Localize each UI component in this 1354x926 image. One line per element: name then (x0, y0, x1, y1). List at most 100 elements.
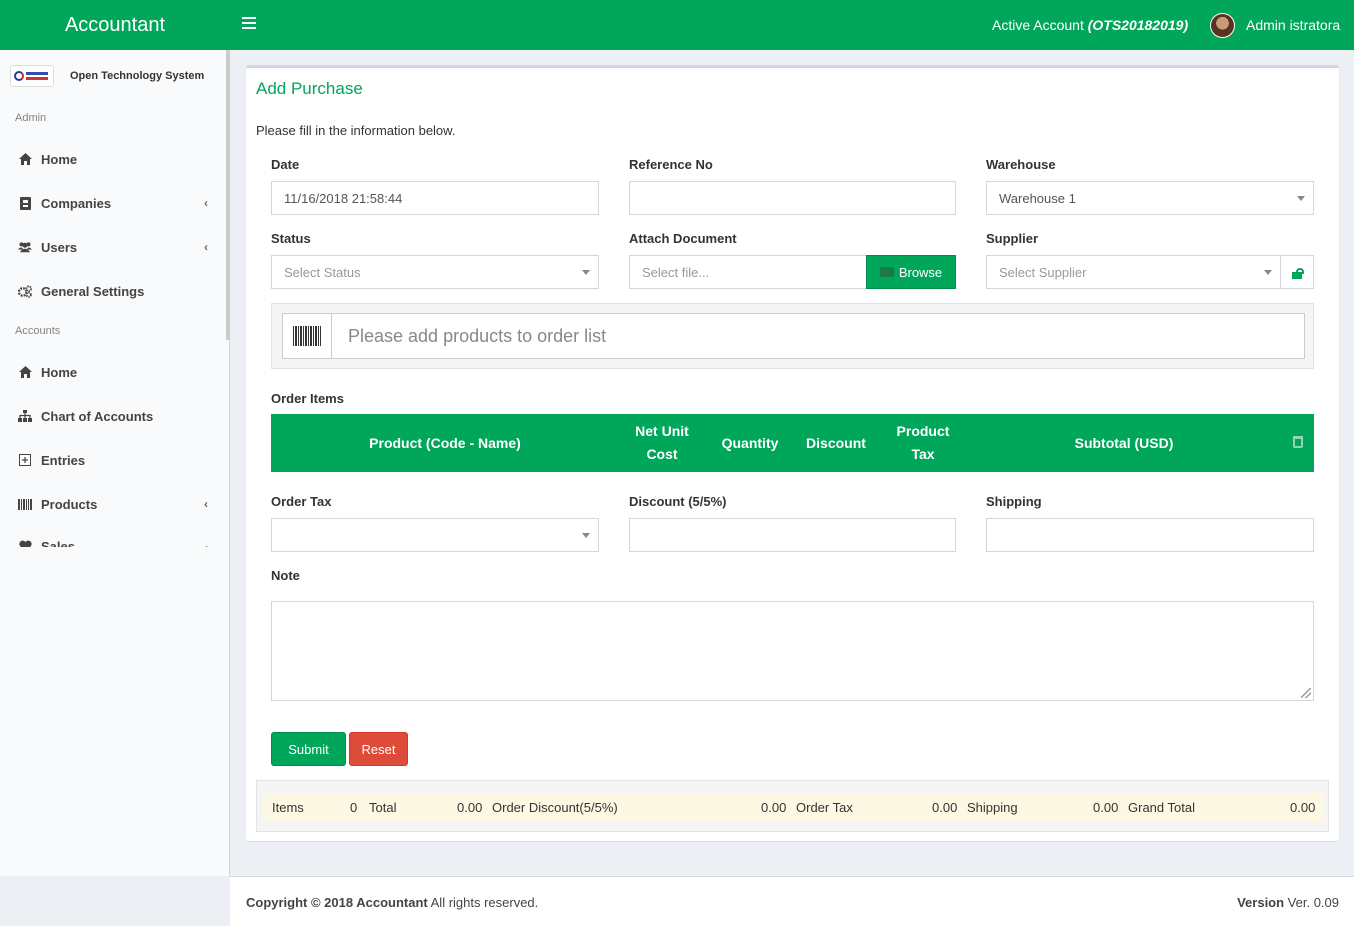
sidebar-scrollbar[interactable] (226, 50, 230, 340)
caret-down-icon (582, 270, 590, 275)
sidebar-item-products[interactable]: Products ‹ (0, 489, 226, 519)
copyright-bold: Copyright © 2018 Accountant (246, 895, 428, 910)
chevron-left-icon: ‹ (204, 196, 208, 210)
column-header-product: Product (Code - Name) (369, 434, 521, 451)
warehouse-value: Warehouse 1 (999, 190, 1076, 206)
sidebar-item-sales[interactable]: Sales ‹ (0, 533, 226, 547)
heart-icon (18, 539, 32, 547)
copyright: Copyright © 2018 Accountant All rights r… (246, 895, 538, 910)
barcode-button[interactable] (282, 313, 332, 359)
page-title: Add Purchase (256, 79, 363, 98)
caret-down-icon (582, 533, 590, 538)
shipping-total-label: Shipping (967, 800, 1018, 815)
discount-label: Discount (5/5%) (629, 494, 727, 509)
version-label: Version (1237, 895, 1285, 910)
form-intro: Please fill in the information below. (256, 123, 456, 138)
supplier-select[interactable]: Select Supplier (986, 255, 1281, 289)
status-label: Status (271, 231, 311, 246)
attach-document-field[interactable]: Select file... (629, 255, 867, 289)
order-items-label: Order Items (271, 391, 344, 406)
column-header-product-tax: Product Tax (896, 423, 950, 462)
sidebar-item-label: Home (41, 151, 78, 167)
submit-button[interactable]: Submit (271, 732, 346, 766)
sidebar-item-label: Products (41, 496, 98, 512)
column-header-discount: Discount (806, 434, 866, 451)
sidebar-item-entries[interactable]: Entries (0, 445, 226, 475)
warehouse-select[interactable]: Warehouse 1 (986, 181, 1314, 215)
unlock-icon (1292, 266, 1304, 279)
chevron-left-icon: ‹ (204, 497, 208, 511)
brand-logo[interactable]: Accountant (0, 0, 230, 50)
sidebar-item-label: Sales (41, 539, 75, 547)
note-textarea[interactable] (271, 601, 1314, 701)
sidebar-item-users[interactable]: Users ‹ (0, 232, 226, 262)
sidebar-item-chart-of-accounts[interactable]: Chart of Accounts (0, 401, 226, 431)
reset-button[interactable]: Reset (349, 732, 408, 766)
column-header-subtotal: Subtotal (USD) (1074, 434, 1174, 451)
caret-down-icon (1264, 270, 1272, 275)
footer: Copyright © 2018 Accountant All rights r… (230, 876, 1354, 926)
total-value: 0.00 (457, 800, 483, 815)
supplier-lock-button[interactable] (1280, 255, 1314, 289)
user-name: Admin istratora (1246, 17, 1341, 33)
home-icon (18, 365, 32, 379)
cogs-icon (18, 284, 32, 298)
plus-square-icon (18, 453, 32, 467)
product-search-input[interactable]: Please add products to order list (331, 313, 1305, 359)
sidebar-header-accounts: Accounts (15, 325, 61, 337)
shipping-label: Shipping (986, 494, 1042, 509)
grand-total-value: 0.00 (1290, 800, 1316, 815)
sidebar-item-accounts-home[interactable]: Home (0, 357, 226, 387)
active-account-code: (OTS20182019) (1087, 17, 1189, 33)
version-info: Version Ver. 0.09 (1237, 895, 1339, 910)
chevron-left-icon: ‹ (204, 541, 208, 547)
sidebar-toggle-icon[interactable] (242, 17, 256, 31)
building-icon (18, 196, 32, 210)
sidebar-item-companies[interactable]: Companies ‹ (0, 188, 226, 218)
browse-button[interactable]: Browse (866, 255, 956, 289)
date-label: Date (271, 157, 300, 172)
items-label: Items (272, 800, 304, 815)
attach-document-label: Attach Document (629, 231, 737, 246)
order-tax-select[interactable] (271, 518, 599, 552)
trash-icon (1293, 436, 1303, 448)
shipping-field[interactable] (986, 518, 1314, 552)
discount-field[interactable] (629, 518, 956, 552)
sidebar-item-general-settings[interactable]: General Settings (0, 276, 226, 306)
sidebar-item-label: Home (41, 364, 78, 380)
totals-bar: Items 0 Total 0.00 Order Discount(5/5%) … (256, 780, 1329, 832)
sidebar-item-label: Users (41, 239, 78, 255)
date-field[interactable]: 11/16/2018 21:58:44 (271, 181, 599, 215)
order-tax-total-value: 0.00 (932, 800, 958, 815)
warehouse-label: Warehouse (986, 157, 1056, 172)
reference-field[interactable] (629, 181, 956, 215)
resize-handle-icon[interactable] (1301, 688, 1311, 698)
sidebar-item-label: General Settings (41, 283, 145, 299)
caret-down-icon (1297, 196, 1305, 201)
sidebar-item-label: Entries (41, 452, 86, 468)
avatar (1210, 12, 1235, 38)
product-search-well: Please add products to order list (271, 303, 1314, 369)
copyright-rest: All rights reserved. (427, 895, 539, 910)
order-tax-total-label: Order Tax (796, 800, 853, 815)
order-items-table-header: Product (Code - Name) Net Unit Cost Quan… (271, 414, 1314, 472)
order-discount-label: Order Discount(5/5%) (492, 800, 618, 815)
org-name: Open Technology System (70, 70, 205, 82)
home-icon (18, 152, 32, 166)
browse-label: Browse (898, 264, 943, 280)
sidebar-item-label: Companies (41, 195, 112, 211)
shipping-total-value: 0.00 (1093, 800, 1119, 815)
totals-row: Items 0 Total 0.00 Order Discount(5/5%) … (262, 793, 1323, 821)
sidebar-item-home[interactable]: Home (0, 144, 226, 174)
user-menu[interactable]: Admin istratora (1210, 12, 1340, 38)
sidebar: Open Technology System Admin Home Compan… (0, 50, 230, 876)
barcode-icon (18, 497, 32, 511)
org-info: Open Technology System (10, 65, 204, 87)
note-label: Note (271, 568, 300, 583)
add-purchase-box: Add Purchase Please fill in the informat… (246, 65, 1339, 841)
version-value: Ver. 0.09 (1284, 895, 1339, 910)
column-header-net-unit-cost: Net Unit Cost (635, 423, 689, 462)
status-select[interactable]: Select Status (271, 255, 599, 289)
active-account[interactable]: Active Account (OTS20182019) (992, 17, 1188, 33)
order-tax-label: Order Tax (271, 494, 332, 509)
